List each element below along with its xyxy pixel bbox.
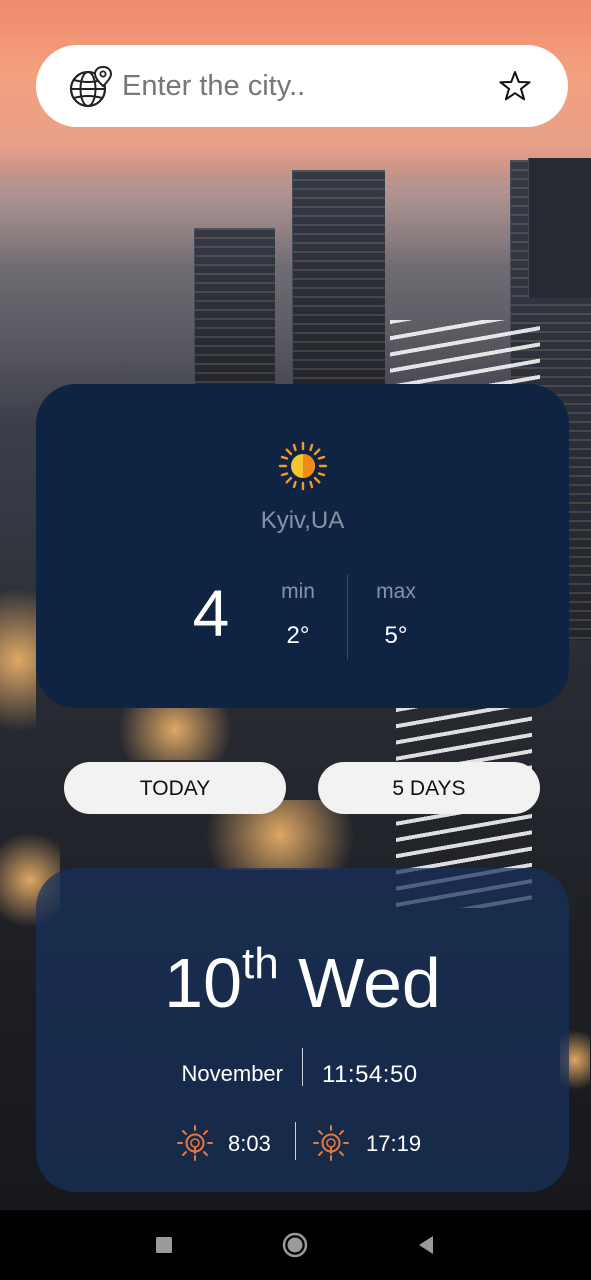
- city-search-bar: [36, 45, 568, 127]
- max-label: max: [376, 580, 416, 603]
- sunset-time: 17:19: [366, 1131, 422, 1156]
- min-label: min: [281, 580, 315, 603]
- system-navigation-bar: [0, 1210, 591, 1280]
- sun-times-divider: [295, 1122, 296, 1160]
- temperature-divider: [347, 574, 348, 660]
- sun-icon: [278, 441, 328, 491]
- home-icon[interactable]: [277, 1227, 313, 1263]
- date-divider: [302, 1048, 303, 1086]
- recent-apps-icon[interactable]: [146, 1227, 182, 1263]
- max-value: 5°: [384, 622, 408, 649]
- sunset-icon: [313, 1125, 349, 1161]
- back-icon[interactable]: [408, 1227, 444, 1263]
- day-suffix: th: [242, 939, 279, 988]
- min-temperature-block: min 2°: [263, 580, 333, 650]
- sunrise-icon: [177, 1125, 213, 1161]
- sunrise-time: 8:03: [228, 1131, 271, 1156]
- day-number: 10: [164, 944, 243, 1022]
- tab-5-days-button[interactable]: 5 DAYS: [318, 762, 540, 814]
- max-temperature-block: max 5°: [361, 580, 431, 650]
- current-weather-card: Kyiv,UA 4 min 2° max 5°: [36, 384, 569, 708]
- globe-location-icon: [69, 65, 112, 108]
- weekday: Wed: [298, 944, 441, 1022]
- date-time-card: 10th Wed November 11:54:50 8:03 17:19: [36, 868, 569, 1192]
- min-value: 2°: [286, 622, 310, 649]
- clock-time: 11:54:50: [322, 1061, 418, 1088]
- tab-today-button[interactable]: TODAY: [64, 762, 286, 814]
- date-heading: 10th Wed: [36, 942, 569, 1019]
- month-label: November: [181, 1061, 283, 1086]
- city-search-input[interactable]: [122, 63, 482, 109]
- city-name: Kyiv,UA: [260, 507, 345, 534]
- favorite-star-icon[interactable]: [498, 69, 532, 103]
- current-temperature: 4: [192, 576, 230, 650]
